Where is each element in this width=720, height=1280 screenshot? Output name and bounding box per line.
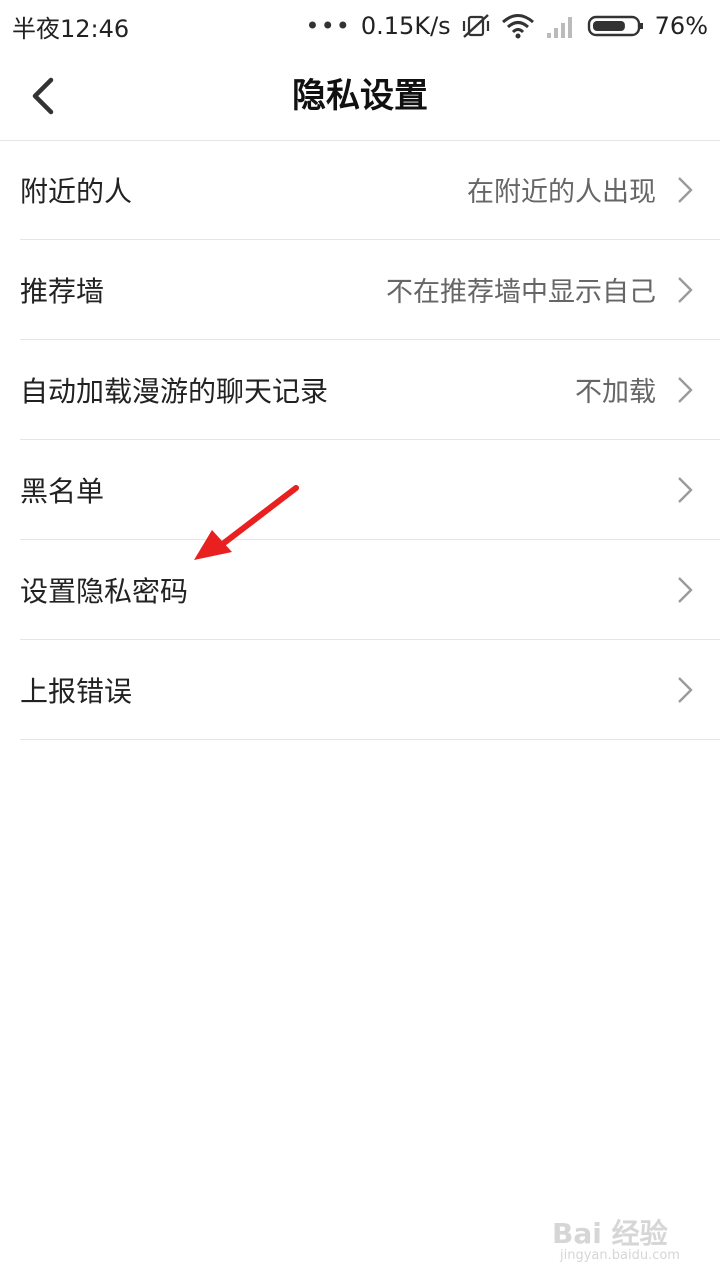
status-right: ••• 0.15K/s 76% bbox=[305, 12, 708, 40]
watermark-url: jingyan.baidu.com bbox=[560, 1248, 680, 1263]
list-item-privacy-password[interactable]: 设置隐私密码 bbox=[20, 540, 720, 640]
status-bar: 半夜12:46 ••• 0.15K/s 76% bbox=[0, 0, 720, 52]
item-value: 不加载 bbox=[575, 377, 656, 408]
status-time: 半夜12:46 bbox=[12, 14, 130, 43]
item-value: 在附近的人出现 bbox=[467, 177, 656, 208]
list-item-recommend-wall[interactable]: 推荐墙 不在推荐墙中显示自己 bbox=[20, 240, 720, 340]
list-item-nearby-people[interactable]: 附近的人 在附近的人出现 bbox=[20, 140, 720, 240]
chevron-right-icon bbox=[678, 677, 693, 703]
battery-icon bbox=[587, 14, 645, 38]
chevron-right-icon bbox=[678, 477, 693, 503]
item-label: 上报错误 bbox=[20, 674, 133, 708]
mute-vibrate-icon bbox=[461, 12, 491, 40]
back-button[interactable] bbox=[18, 70, 66, 122]
wifi-icon bbox=[501, 13, 535, 39]
item-label: 自动加载漫游的聊天记录 bbox=[20, 374, 329, 408]
chevron-right-icon bbox=[678, 377, 693, 403]
watermark-logo: Bai 经验 bbox=[552, 1217, 668, 1250]
page-title: 隐私设置 bbox=[292, 76, 428, 116]
chevron-right-icon bbox=[678, 577, 693, 603]
list-item-report-error[interactable]: 上报错误 bbox=[20, 640, 720, 740]
item-label: 设置隐私密码 bbox=[20, 574, 189, 608]
annotation-arrow-icon bbox=[194, 485, 299, 560]
battery-percent: 76% bbox=[654, 12, 708, 40]
list-item-auto-load-roaming-chat[interactable]: 自动加载漫游的聊天记录 不加载 bbox=[20, 340, 720, 440]
item-value: 不在推荐墙中显示自己 bbox=[386, 277, 656, 308]
chevron-left-icon bbox=[32, 77, 54, 115]
status-dots: ••• bbox=[305, 12, 351, 40]
screen: 半夜12:46 ••• 0.15K/s 76% 隐私设置 附近的人 在附近的人出… bbox=[0, 0, 720, 1280]
signal-icon bbox=[545, 13, 577, 39]
chevron-right-icon bbox=[678, 277, 693, 303]
nav-bar: 隐私设置 bbox=[0, 52, 720, 141]
item-label: 推荐墙 bbox=[20, 274, 105, 308]
list-item-blacklist[interactable]: 黑名单 bbox=[20, 440, 720, 540]
item-label: 黑名单 bbox=[20, 474, 105, 508]
net-speed: 0.15K/s bbox=[360, 12, 451, 40]
chevron-right-icon bbox=[678, 177, 693, 203]
item-label: 附近的人 bbox=[20, 174, 133, 208]
settings-list: 附近的人 在附近的人出现 推荐墙 不在推荐墙中显示自己 自动加载漫游的聊天记录 … bbox=[0, 140, 720, 740]
